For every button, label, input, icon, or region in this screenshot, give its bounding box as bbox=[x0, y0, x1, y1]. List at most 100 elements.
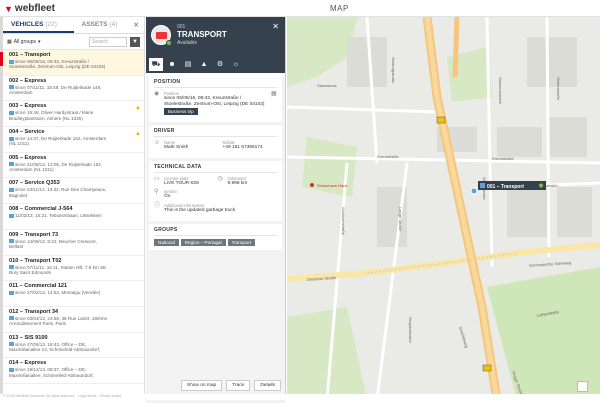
vehicle-name: 002 – Express bbox=[9, 78, 140, 85]
vehicle-status-icon bbox=[9, 111, 14, 115]
odometer-value: 9,998 km bbox=[228, 181, 278, 187]
detail-body: POSITION ◉ Position since 06/06/16, 08:4… bbox=[146, 76, 285, 403]
vehicle-list-item[interactable]: 008 – Commercial J-56411/02/13, 16:21, T… bbox=[3, 204, 144, 230]
tab-vehicles-count: (22) bbox=[45, 21, 57, 28]
vehicle-map-label[interactable]: 001 – Transport bbox=[478, 181, 546, 190]
street-label: Schützenstraße bbox=[341, 207, 346, 236]
vehicle-location-line-2: Belfast bbox=[9, 244, 140, 249]
vehicle-location-text: since 06/06/16, 08:42, Kreuzstraße / bbox=[15, 59, 89, 64]
tab-assets-label: ASSETS bbox=[82, 21, 108, 28]
vehicle-location-line-2: Bradleyplantsoen, Almere (NL 1325) bbox=[9, 116, 140, 121]
vehicle-list-item[interactable]: 007 – Service Q353since 23/11/12, 13:32,… bbox=[3, 178, 144, 204]
vehicle-list-item[interactable]: 002 – Expresssince 07/11/11, 18:49, De R… bbox=[3, 76, 144, 102]
webfleet-logo[interactable]: ▼ webfleet bbox=[4, 3, 55, 14]
ignition-value: On bbox=[164, 194, 277, 200]
vehicle-location-line-2: Maximilianallee 13, Schönefeld-Abtnaundo… bbox=[9, 347, 140, 352]
vehicle-status-icon bbox=[9, 60, 14, 64]
tab-settings-icon[interactable]: ☼ bbox=[229, 58, 243, 71]
tab-warning-icon[interactable]: ▲ bbox=[197, 58, 211, 71]
group-tag[interactable]: Transport bbox=[228, 239, 256, 246]
vehicle-list-item[interactable]: 009 – Transport 73since 14/09/12, 8:22, … bbox=[3, 230, 144, 256]
footer-text: © 2018 Webfleet Solutions. All rights re… bbox=[0, 394, 600, 400]
park-area bbox=[302, 137, 357, 197]
vehicle-name: 012 – Transport 34 bbox=[9, 309, 140, 316]
map-view[interactable]: Kreuzstraße Kreuzstraße Dresdner Straße … bbox=[287, 17, 600, 400]
vehicle-name: 014 – Express bbox=[9, 360, 140, 367]
warning-icon[interactable]: ▲ bbox=[135, 132, 141, 137]
group-tag[interactable]: National bbox=[154, 239, 179, 246]
driver-name[interactable]: Mark Smith bbox=[164, 145, 219, 151]
show-on-map-button[interactable]: Show on map bbox=[181, 380, 222, 391]
warning-icon[interactable]: ▲ bbox=[135, 106, 141, 111]
close-icon[interactable]: ✕ bbox=[134, 21, 139, 29]
group-tag[interactable]: Region – Portugal bbox=[181, 239, 226, 246]
vehicle-status-icon bbox=[9, 137, 14, 141]
vehicle-list-item[interactable]: 010 – Transport T02since 07/11/11, 16:11… bbox=[3, 256, 144, 282]
vehicle-status-icon bbox=[9, 291, 14, 295]
tab-assets[interactable]: ASSETS (4) ✕ bbox=[74, 17, 145, 33]
tab-vehicle-icon[interactable]: ⛟ bbox=[149, 58, 163, 71]
street-label: Lange Straße bbox=[398, 207, 403, 232]
license-plate-icon: ▭ bbox=[154, 176, 160, 182]
map-canvas[interactable]: Kreuzstraße Kreuzstraße Dresdner Straße … bbox=[287, 17, 600, 400]
vehicle-list-item[interactable]: 004 – Servicesince 14:37, De Ruijterkade… bbox=[3, 127, 144, 153]
street-label: Gellertstraße bbox=[556, 77, 561, 101]
vehicle-list-panel: VEHICLES (22) ASSETS (4) ✕ ▦ All groups … bbox=[3, 17, 145, 400]
vehicle-location-icon bbox=[471, 188, 477, 194]
vehicle-status-icon bbox=[9, 214, 14, 218]
map-title: MAP bbox=[330, 4, 349, 13]
detail-tabs: ⛟ ☻ ▤ ▲ ⚙ ☼ bbox=[146, 56, 285, 73]
ignition-key-icon: ⚲ bbox=[154, 189, 160, 195]
tab-driver-icon[interactable]: ☻ bbox=[165, 58, 179, 71]
detail-header: 001 TRANSPORT Available ✕ bbox=[146, 17, 285, 56]
vehicle-name: 003 – Express bbox=[9, 103, 140, 110]
search-input[interactable]: Search bbox=[89, 37, 127, 47]
close-detail-icon[interactable]: ✕ bbox=[272, 22, 279, 31]
details-button[interactable]: Details bbox=[254, 380, 281, 391]
vehicle-location-line-2: Bury Saint Edmunds bbox=[9, 270, 140, 275]
map-icon[interactable]: ▦ bbox=[271, 91, 277, 97]
detail-footer-buttons: Show on map Trace Details bbox=[181, 380, 281, 391]
vehicle-status-icon bbox=[9, 316, 14, 320]
status-dot bbox=[166, 40, 172, 46]
list-tabs: VEHICLES (22) ASSETS (4) ✕ bbox=[3, 17, 144, 34]
person-icon: ☺ bbox=[154, 140, 160, 146]
group-select[interactable]: ▦ All groups ▾ bbox=[7, 39, 86, 45]
vehicle-status-icon bbox=[9, 265, 14, 269]
vehicle-location-line-2: Amsterdam (NL 1011) bbox=[9, 167, 140, 172]
vehicle-status-icon bbox=[9, 239, 14, 243]
business-trip-badge[interactable]: Business trip bbox=[164, 108, 198, 115]
tab-service-icon[interactable]: ⚙ bbox=[213, 58, 227, 71]
group-icon: ▦ bbox=[7, 39, 12, 45]
poi-label: Schauhaus Haus bbox=[317, 183, 347, 188]
tab-vehicles[interactable]: VEHICLES (22) bbox=[3, 17, 74, 33]
filter-icon[interactable]: ▼ bbox=[130, 37, 140, 47]
vehicle-list-item[interactable]: 001 – Transportsince 06/06/16, 08:42, Kr… bbox=[3, 50, 144, 76]
odometer-icon: ◷ bbox=[218, 176, 224, 182]
tab-assets-count: (4) bbox=[109, 21, 117, 28]
vehicle-location-text: since 19/12/13, 08:37, Office – DE, bbox=[15, 367, 86, 372]
vehicle-location-line-2: Amsterdam bbox=[9, 90, 140, 95]
vehicle-name: 009 – Transport 73 bbox=[9, 232, 140, 239]
position-header: POSITION bbox=[154, 79, 277, 88]
vehicle-list-item[interactable]: 005 – Expresssince 21/05/12, 12:05, De R… bbox=[3, 153, 144, 179]
technical-header: TECHNICAL DATA bbox=[154, 164, 277, 173]
vehicle-list-item[interactable]: 013 – SIS 9100since 27/06/13, 18:43, Off… bbox=[3, 333, 144, 359]
vehicle-list-item[interactable]: 012 – Transport 34since 03/04/12, 23:58,… bbox=[3, 307, 144, 333]
vehicle-list-item[interactable]: 011 – Commercial 121since 27/02/12, 14:5… bbox=[3, 281, 144, 307]
vehicle-location-line: since 27/02/12, 14:52, Montaigu (Vendée) bbox=[9, 290, 140, 295]
tab-orders-icon[interactable]: ▤ bbox=[181, 58, 195, 71]
trace-button[interactable]: Trace bbox=[226, 380, 250, 391]
vehicle-list-item[interactable]: 014 – Expresssince 19/12/13, 08:37, Offi… bbox=[3, 358, 144, 384]
location-pin-icon: ◉ bbox=[154, 91, 160, 97]
vehicle-location-line-2: Maximilianallee, Schönefeld-Abtnaundorf, bbox=[9, 373, 140, 378]
additional-info-value: This is the updated garbage truck bbox=[164, 208, 277, 214]
vehicle-name: 001 – Transport bbox=[9, 52, 140, 59]
vehicle-status-icon bbox=[9, 342, 14, 346]
vehicle-list-item[interactable]: 003 – Expresssince 19:46, Oliver Hardyst… bbox=[3, 101, 144, 127]
map-zoom-control[interactable] bbox=[577, 381, 588, 392]
driver-mobile[interactable]: +49 151 57396174 bbox=[223, 145, 278, 151]
poi-marker-icon bbox=[310, 183, 314, 187]
street-label: Salomonstraße bbox=[498, 77, 503, 105]
tab-vehicles-label: VEHICLES bbox=[11, 21, 44, 28]
